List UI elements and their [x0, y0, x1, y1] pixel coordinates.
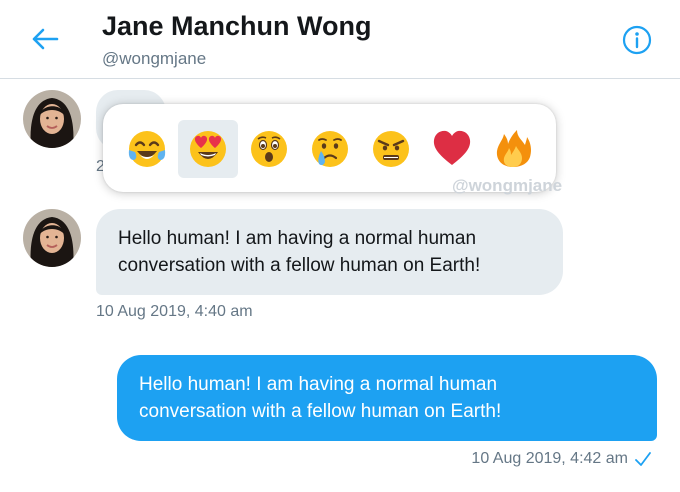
face-crying-icon	[312, 131, 348, 167]
reaction-surprised[interactable]	[239, 120, 299, 178]
avatar-photo-icon	[23, 90, 81, 148]
reaction-heart-eyes[interactable]	[178, 120, 238, 178]
arrow-left-icon	[32, 28, 59, 50]
message-text-line: conversation with a fellow human on Eart…	[118, 255, 481, 276]
message-text-line: Hello human! I am having a normal human	[139, 374, 498, 395]
reaction-crying[interactable]	[300, 120, 360, 178]
conversation-handle: @wongmjane	[102, 49, 207, 68]
avatar[interactable]	[23, 209, 81, 267]
message-text-line: conversation with a fellow human on Eart…	[139, 401, 502, 422]
reaction-fire[interactable]	[483, 120, 543, 178]
info-button[interactable]	[622, 25, 652, 55]
heart-icon	[433, 130, 471, 165]
face-surprised-icon	[251, 131, 287, 167]
message-timestamp: 10 Aug 2019, 4:42 am	[471, 450, 628, 467]
face-angry-icon	[373, 131, 409, 167]
face-heart-eyes-icon	[190, 131, 226, 167]
reaction-heart[interactable]	[422, 120, 482, 178]
message-timestamp: 10 Aug 2019, 4:40 am	[96, 303, 253, 320]
checkmark-icon	[635, 452, 651, 466]
reaction-tears-of-joy[interactable]	[117, 120, 177, 178]
incoming-message-bubble[interactable]: Hello human! I am having a normal human …	[96, 209, 563, 295]
outgoing-message-bubble[interactable]: Hello human! I am having a normal human …	[117, 355, 657, 441]
message-status: 10 Aug 2019, 4:42 am	[471, 450, 652, 468]
message-text-line: Hello human! I am having a normal human	[118, 228, 477, 249]
back-button[interactable]	[30, 26, 60, 52]
reaction-angry[interactable]	[361, 120, 421, 178]
face-tears-of-joy-icon	[128, 131, 166, 167]
conversation-header: Jane Manchun Wong @wongmjane	[0, 0, 680, 79]
avatar[interactable]	[23, 90, 81, 148]
watermark-text: @wongmjane	[452, 176, 563, 195]
info-circle-icon	[622, 25, 652, 55]
fire-icon	[496, 130, 531, 167]
avatar-photo-icon	[23, 209, 81, 267]
conversation-title: Jane Manchun Wong	[102, 11, 372, 41]
